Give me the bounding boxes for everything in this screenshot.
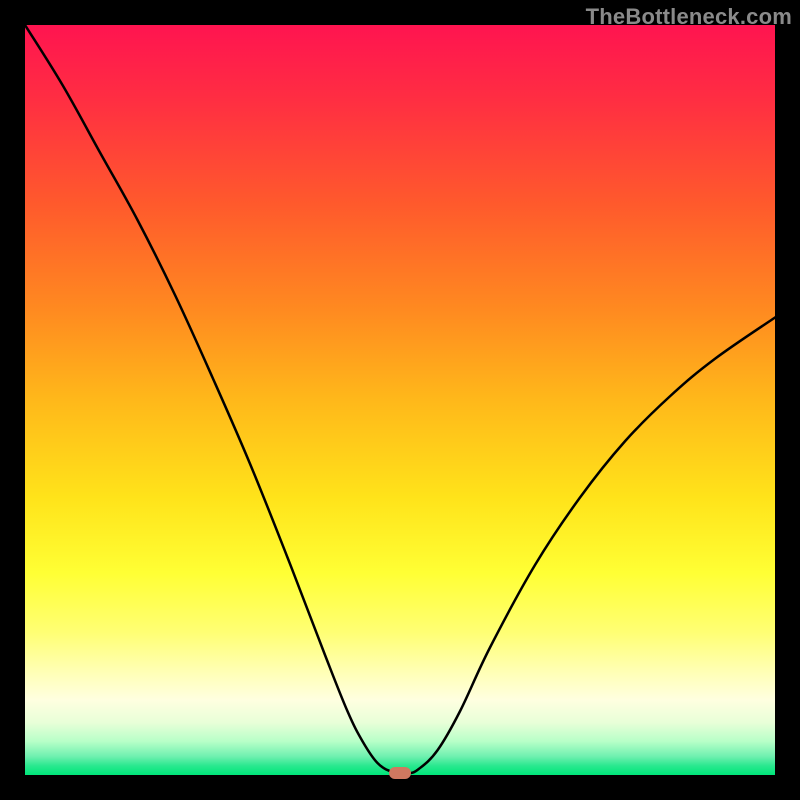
plot-area bbox=[25, 25, 775, 775]
minimum-marker bbox=[389, 767, 411, 779]
watermark-text: TheBottleneck.com bbox=[586, 4, 792, 30]
bottleneck-curve bbox=[25, 25, 775, 775]
chart-container: TheBottleneck.com bbox=[0, 0, 800, 800]
